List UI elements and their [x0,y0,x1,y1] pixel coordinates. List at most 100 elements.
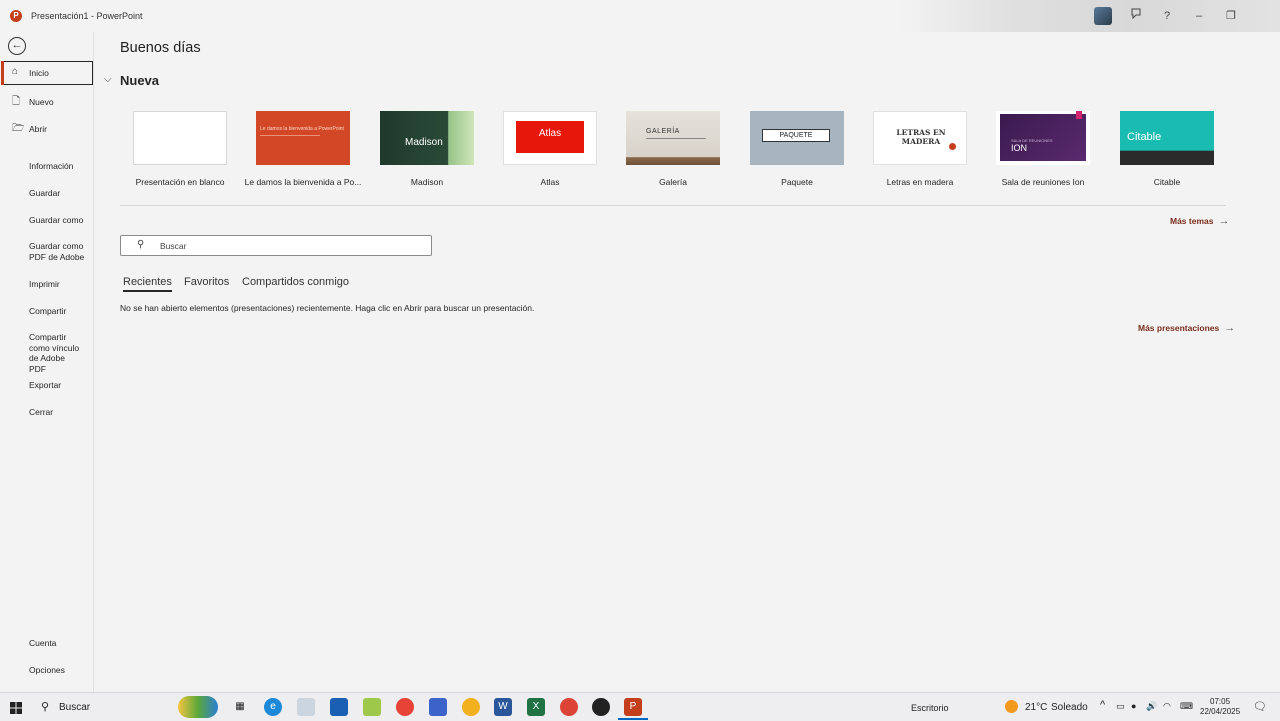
greeting-heading: Buenos días [120,40,201,56]
chevron-down-icon[interactable]: ⌵ [104,74,112,85]
template-madison[interactable]: Madison Madison [380,111,474,187]
desktop-toolbar-label[interactable]: Escritorio [911,703,949,713]
taskbar-search[interactable]: ⚲ Buscar [33,695,223,719]
template-thumb-text: ION [1011,143,1028,153]
user-avatar[interactable] [1094,7,1112,25]
search-highlight-icon [178,696,218,718]
template-label: Madison [410,177,444,187]
new-section-title[interactable]: Nueva [120,73,159,88]
minimize-icon[interactable]: – [1188,6,1210,26]
template-thumbnail [133,111,227,165]
nav-item-exportar[interactable]: Exportar [0,380,93,391]
template-letras-madera[interactable]: LETRAS EN MADERA Letras en madera [873,111,967,187]
tab-compartidos-conmigo[interactable]: Compartidos conmigo [242,276,349,288]
template-label: Atlas [540,177,560,187]
chrome-profile-icon[interactable] [560,698,578,716]
template-label: Sala de reuniones Ion [1001,177,1085,187]
back-arrow-icon[interactable]: ← [8,37,26,55]
paint-icon[interactable] [297,698,315,716]
help-icon[interactable]: ? [1156,6,1178,26]
template-label: Paquete [781,177,813,187]
obs-icon[interactable] [592,698,610,716]
weather-description[interactable]: Soleado [1051,702,1088,713]
template-galeria[interactable]: GALERÍA Galería [626,111,720,187]
nav-item-label: Información [29,161,74,171]
nav-item-label: Compartir [29,306,67,316]
nav-item-cerrar[interactable]: Cerrar [0,407,93,418]
remote-desktop-icon[interactable] [429,698,447,716]
template-label: Presentación en blanco [135,177,225,187]
nav-item-compartir[interactable]: Compartir [0,306,93,317]
template-welcome[interactable]: Le damos la bienvenida a PowerPoint Le d… [245,111,361,187]
keyboard-icon[interactable]: ⌨ [1180,701,1193,712]
battery-icon[interactable]: ▭ [1116,701,1125,712]
search-icon: ⚲ [41,701,50,713]
template-atlas[interactable]: Atlas Atlas [503,111,597,187]
nav-item-abrir[interactable]: 🗁 Abrir [0,123,93,135]
thumb-dot [949,143,956,150]
template-citable[interactable]: Citable Citable [1120,111,1214,187]
arrow-right-icon: → [1224,322,1236,334]
nav-item-informacion[interactable]: Información [0,161,93,172]
powerpoint-taskbar-icon[interactable]: P [624,698,642,716]
chrome-icon[interactable] [396,698,414,716]
restore-icon[interactable]: ❐ [1220,6,1242,26]
volume-icon[interactable]: 🔊 [1146,701,1157,712]
nav-item-imprimir[interactable]: Imprimir [0,279,93,290]
excel-icon[interactable]: X [527,698,545,716]
template-label: Le damos la bienvenida a Po... [244,177,362,187]
home-icon: ⌂ [12,66,19,77]
thumb-line [260,135,320,136]
powerpoint-logo-icon: P [10,10,22,22]
nav-item-label: Guardar como PDF de Adobe [29,241,85,262]
tab-recientes[interactable]: Recientes [123,276,172,292]
search-input[interactable]: ⚲ Buscar [120,235,432,256]
template-paquete[interactable]: PAQUETE Paquete [750,111,844,187]
weather-temperature[interactable]: 21°C [1025,702,1047,713]
coauthor-icon[interactable] [1125,6,1147,26]
template-thumbnail: Le damos la bienvenida a PowerPoint [256,111,350,165]
notifications-icon[interactable]: 🗨 [1253,700,1267,713]
empty-recent-message: No se han abierto elementos (presentacio… [120,303,535,313]
chevron-up-icon[interactable]: ^ [1100,699,1105,711]
tab-favoritos[interactable]: Favoritos [184,276,229,288]
template-thumbnail: SALA DE REUNIONES ION [996,111,1090,165]
nav-item-cuenta[interactable]: Cuenta [0,638,93,649]
edge-icon[interactable]: e [264,698,282,716]
more-presentations-link[interactable]: Más presentaciones → [1138,322,1235,334]
nav-item-guardar[interactable]: Guardar [0,188,93,199]
word-icon[interactable]: W [494,698,512,716]
task-view-icon[interactable]: ▦ [231,698,249,716]
folder-open-icon: 🗁 [12,123,25,134]
ion-accent [1076,111,1082,119]
clock[interactable]: 07:05 22/04/2025 [1200,697,1240,717]
template-sala-reuniones-ion[interactable]: SALA DE REUNIONES ION Sala de reuniones … [996,111,1090,187]
template-label: Citable [1153,177,1181,187]
search-placeholder: Buscar [160,241,187,251]
windows-start-icon[interactable] [10,701,22,714]
wifi-icon[interactable]: ◠ [1163,701,1171,712]
section-divider [120,205,1226,206]
nav-item-nuevo[interactable]: 🗋 Nuevo [0,96,93,108]
more-themes-label: Más temas [1170,216,1214,226]
nav-item-compartir-vinculo-adobe[interactable]: Compartir como vínculo de Adobe PDF [0,332,84,374]
template-thumb-text: Citable [1127,131,1162,143]
template-thumbnail: GALERÍA [626,111,720,165]
nav-item-inicio[interactable]: ⌂ Inicio [1,61,93,85]
clock-date: 22/04/2025 [1200,707,1241,716]
edge-canary-icon[interactable] [462,698,480,716]
new-document-icon: 🗋 [12,96,21,107]
nav-item-guardar-como[interactable]: Guardar como [0,215,93,226]
more-themes-link[interactable]: Más temas → [1170,215,1229,227]
nav-item-label: Imprimir [29,279,60,289]
nav-item-opciones[interactable]: Opciones [0,665,93,676]
notepad-icon[interactable] [363,698,381,716]
nav-item-label: Compartir como vínculo de Adobe PDF [29,332,80,374]
template-blank[interactable]: Presentación en blanco [133,111,227,187]
security-icon[interactable]: ● [1131,701,1136,711]
weather-sun-icon [1005,700,1018,713]
store-icon[interactable] [330,698,348,716]
nav-item-label: Cerrar [29,407,54,417]
nav-item-guardar-pdf-adobe[interactable]: Guardar como PDF de Adobe [0,241,88,262]
template-thumbnail: Madison [380,111,474,165]
